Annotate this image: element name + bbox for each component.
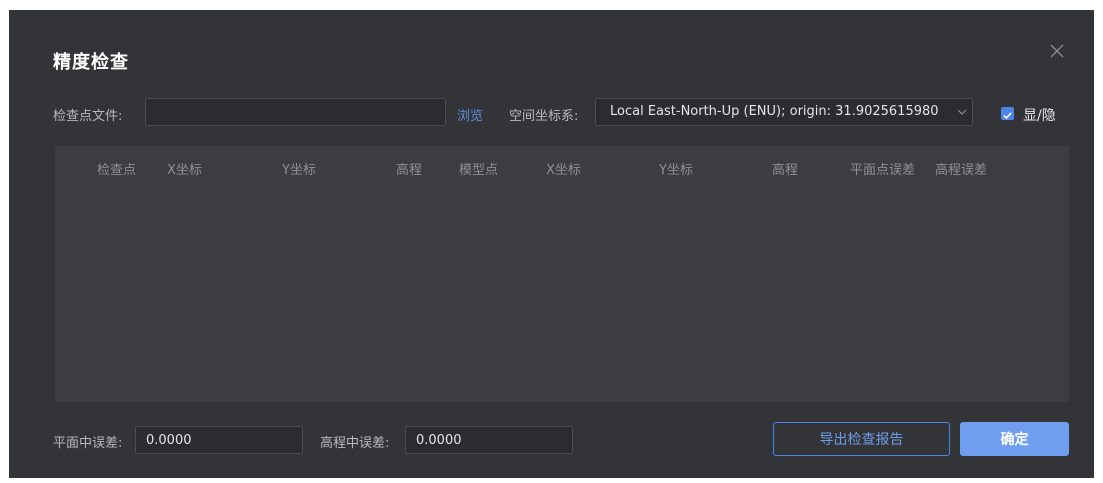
plane-error-field: [135, 426, 303, 454]
close-icon: [1050, 44, 1064, 58]
column-header-model-y: Y坐标: [659, 163, 693, 178]
elevation-error-field: [405, 426, 573, 454]
ok-button[interactable]: 确定: [960, 422, 1069, 456]
elevation-error-label: 高程中误差:: [320, 436, 390, 451]
accuracy-check-dialog: 精度检查 检查点文件: 浏览 空间坐标系: Local East-North-U…: [9, 10, 1094, 478]
coordinate-system-label: 空间坐标系:: [509, 109, 579, 124]
column-header-elevation: 高程: [396, 163, 423, 178]
column-header-model-elevation: 高程: [772, 163, 799, 178]
column-header-plane-error: 平面点误差: [850, 163, 916, 178]
check-file-input[interactable]: [145, 98, 446, 126]
chevron-down-icon: [957, 109, 967, 115]
plane-error-label: 平面中误差:: [53, 436, 123, 451]
column-header-x: X坐标: [167, 163, 202, 178]
export-report-button[interactable]: 导出检查报告: [773, 422, 950, 456]
checkmark-icon: [1003, 112, 1012, 120]
check-points-table: 检查点 X坐标 Y坐标 高程 模型点 X坐标 Y坐标 高程 平面点误差 高程误差: [55, 146, 1069, 402]
check-file-label: 检查点文件:: [53, 109, 123, 124]
browse-link[interactable]: 浏览: [457, 105, 483, 124]
column-header-y: Y坐标: [282, 163, 316, 178]
show-hide-checkbox[interactable]: [1001, 107, 1014, 120]
coordinate-system-value: Local East-North-Up (ENU); origin: 31.90…: [610, 104, 939, 119]
close-button[interactable]: [1046, 40, 1068, 62]
column-header-elevation-error: 高程误差: [935, 163, 988, 178]
show-hide-label: 显/隐: [1023, 108, 1056, 124]
coordinate-system-select[interactable]: Local East-North-Up (ENU); origin: 31.90…: [595, 98, 973, 126]
column-header-model-x: X坐标: [546, 163, 581, 178]
column-header-check-point: 检查点: [97, 163, 137, 178]
column-header-model-point: 模型点: [459, 163, 499, 178]
dialog-title: 精度检查: [53, 52, 129, 73]
